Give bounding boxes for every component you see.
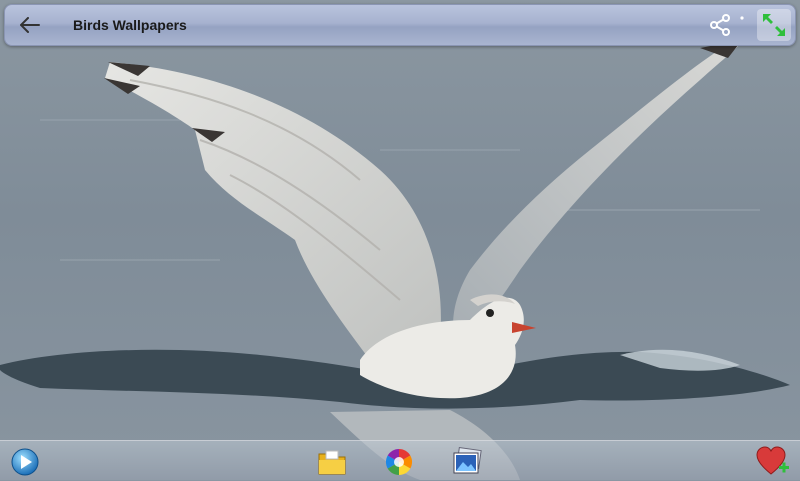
seagull-wallpaper — [0, 0, 800, 480]
overflow-menu-icon[interactable] — [739, 15, 745, 35]
favorite-add-icon — [756, 446, 789, 475]
fullscreen-button[interactable] — [757, 9, 791, 41]
back-button[interactable] — [13, 11, 47, 39]
color-wheel-icon — [385, 448, 413, 476]
gallery-icon — [453, 447, 482, 474]
gallery-button[interactable] — [450, 445, 484, 479]
add-favorite-button[interactable] — [756, 445, 790, 479]
action-bar: Birds Wallpapers — [4, 4, 796, 46]
fullscreen-icon — [763, 14, 785, 36]
page-title: Birds Wallpapers — [73, 17, 187, 33]
wallpaper-image[interactable] — [0, 0, 800, 480]
share-button[interactable] — [705, 11, 735, 39]
folder-icon — [318, 450, 346, 475]
play-icon — [11, 448, 39, 476]
folder-button[interactable] — [315, 445, 349, 479]
back-arrow-icon — [20, 17, 40, 33]
color-button[interactable] — [382, 445, 416, 479]
bottom-toolbar — [0, 440, 800, 481]
play-button[interactable] — [8, 445, 42, 479]
share-icon — [710, 14, 730, 36]
